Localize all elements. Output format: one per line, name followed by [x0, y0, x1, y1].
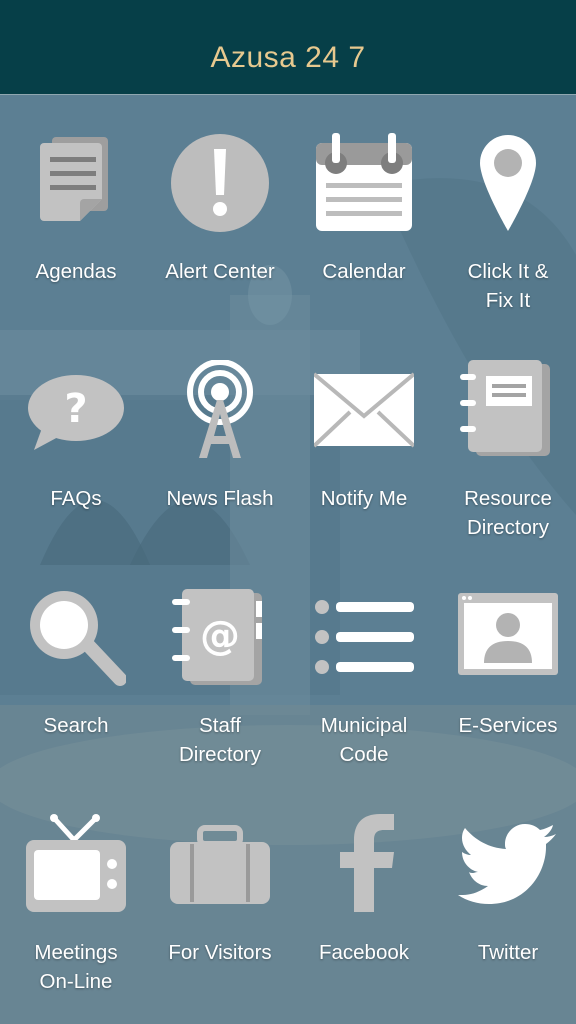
tile-resource-directory[interactable]: Resource Directory [436, 322, 576, 549]
tile-news-flash[interactable]: News Flash [148, 322, 292, 549]
magnifier-icon [26, 587, 126, 687]
tile-label: Municipal Code [320, 714, 408, 766]
suitcase-icon [170, 814, 270, 914]
browser-user-icon [458, 587, 558, 687]
tile-label: Meetings On-Line [34, 941, 118, 993]
tile-faqs[interactable]: ? FAQs [4, 322, 148, 549]
tile-label: Facebook [318, 941, 410, 964]
app-screen: Azusa 24 7 Agendas Alert Center Calendar… [0, 0, 576, 1024]
exclamation-icon [170, 133, 270, 233]
tile-label: Alert Center [165, 260, 275, 283]
document-icon [26, 133, 126, 233]
notebook-icon [458, 360, 558, 460]
map-pin-icon [458, 133, 558, 233]
question-bubble-icon: ? [26, 360, 126, 460]
facebook-icon [314, 814, 414, 914]
tile-label: Agendas [35, 260, 117, 283]
tile-label: Twitter [477, 941, 539, 964]
tile-e-services[interactable]: E-Services [436, 549, 576, 776]
tile-label: News Flash [166, 487, 274, 510]
tile-label: E-Services [458, 714, 558, 737]
tile-label: Calendar [322, 260, 406, 283]
tile-alert-center[interactable]: Alert Center [148, 95, 292, 322]
tile-label: For Visitors [168, 941, 272, 964]
calendar-icon [314, 133, 414, 233]
tile-staff-directory[interactable]: @ Staff Directory [148, 549, 292, 776]
tile-label: Resource Directory [464, 487, 552, 539]
app-header: Azusa 24 7 [0, 0, 576, 95]
tile-agendas[interactable]: Agendas [4, 95, 148, 322]
tile-meetings-on-line[interactable]: Meetings On-Line [4, 776, 148, 1003]
tile-click-it-fix-it[interactable]: Click It & Fix It [436, 95, 576, 322]
tile-calendar[interactable]: Calendar [292, 95, 436, 322]
svg-text:?: ? [64, 386, 87, 432]
app-title: Azusa 24 7 [210, 41, 366, 74]
tile-twitter[interactable]: Twitter [436, 776, 576, 1003]
television-icon [26, 814, 126, 914]
tile-notify-me[interactable]: Notify Me [292, 322, 436, 549]
twitter-bird-icon [458, 814, 558, 914]
tile-label: Notify Me [320, 487, 408, 510]
tile-facebook[interactable]: Facebook [292, 776, 436, 1003]
tile-label: Search [43, 714, 109, 737]
tile-search[interactable]: Search [4, 549, 148, 776]
broadcast-tower-icon [170, 360, 270, 460]
tile-for-visitors[interactable]: For Visitors [148, 776, 292, 1003]
tile-label: Click It & Fix It [467, 260, 549, 312]
tile-label: Staff Directory [178, 714, 261, 766]
address-book-icon: @ [170, 587, 270, 687]
list-icon [314, 587, 414, 687]
tile-label: FAQs [50, 487, 102, 510]
tile-municipal-code[interactable]: Municipal Code [292, 549, 436, 776]
svg-text:@: @ [200, 613, 240, 659]
envelope-icon [314, 360, 414, 460]
